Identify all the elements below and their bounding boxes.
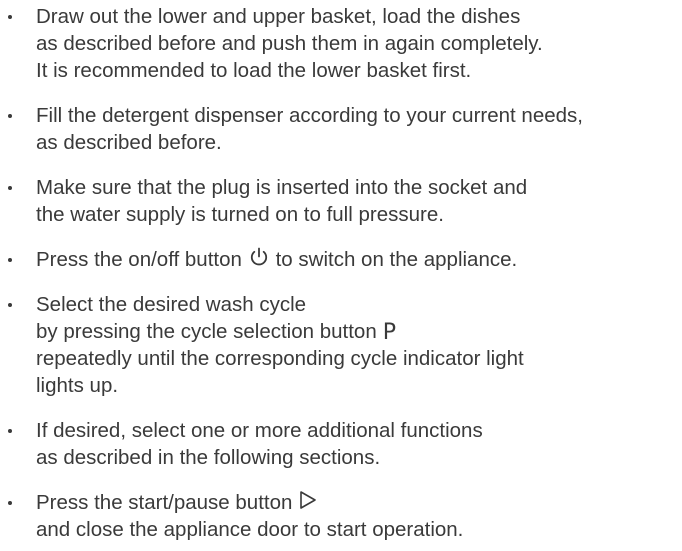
text-line: as described in the following sections. bbox=[36, 446, 381, 469]
text-line: the water supply is turned on to full pr… bbox=[36, 203, 444, 226]
instruction-steps-list: Draw out the lower and upper basket, loa… bbox=[0, 3, 682, 543]
text-line: Press the start/pause button bbox=[36, 489, 682, 516]
bullet bbox=[8, 15, 12, 19]
text-line: lights up. bbox=[36, 374, 119, 397]
list-item-power-on: Press the on/off button to switch on the… bbox=[0, 246, 682, 273]
text-line: Make sure that the plug is inserted into… bbox=[36, 176, 528, 199]
list-item-start-operation: Press the start/pause button and close t… bbox=[0, 489, 682, 543]
bullet bbox=[8, 258, 12, 262]
list-item-select-cycle: Select the desired wash cycle by pressin… bbox=[0, 291, 682, 399]
text-line: Fill the detergent dispenser according t… bbox=[36, 104, 583, 127]
instruction-document: Draw out the lower and upper basket, loa… bbox=[0, 0, 682, 551]
list-item-fill-detergent: Fill the detergent dispenser according t… bbox=[0, 102, 682, 156]
text-line: repeatedly until the corresponding cycle… bbox=[36, 347, 524, 370]
text-line: as described before. bbox=[36, 131, 222, 154]
text-line: Press the on/off button to switch on the… bbox=[36, 246, 682, 273]
list-item-additional-functions: If desired, select one or more additiona… bbox=[0, 417, 682, 471]
cycle-selection-symbol: P bbox=[382, 320, 397, 345]
text-line: If desired, select one or more additiona… bbox=[36, 419, 483, 442]
text-line: and close the appliance door to start op… bbox=[36, 518, 464, 541]
text-segment: Press the start/pause button bbox=[36, 491, 293, 514]
bullet bbox=[8, 429, 12, 433]
bullet bbox=[8, 114, 12, 118]
text-line: It is recommended to load the lower bask… bbox=[36, 59, 472, 82]
text-line: Draw out the lower and upper basket, loa… bbox=[36, 5, 521, 28]
power-icon bbox=[248, 246, 270, 268]
text-segment: Press the on/off button bbox=[36, 248, 242, 271]
text-line: by pressing the cycle selection button P bbox=[36, 318, 682, 345]
list-item-load-baskets: Draw out the lower and upper basket, loa… bbox=[0, 3, 682, 84]
text-line: as described before and push them in aga… bbox=[36, 32, 543, 55]
text-line: Select the desired wash cycle bbox=[36, 293, 307, 316]
play-outline-icon bbox=[298, 489, 318, 511]
bullet bbox=[8, 501, 12, 505]
text-segment: by pressing the cycle selection button bbox=[36, 320, 377, 343]
text-segment: to switch on the appliance. bbox=[275, 248, 518, 271]
bullet bbox=[8, 303, 12, 307]
list-item-plug-and-water: Make sure that the plug is inserted into… bbox=[0, 174, 682, 228]
bullet bbox=[8, 186, 12, 190]
